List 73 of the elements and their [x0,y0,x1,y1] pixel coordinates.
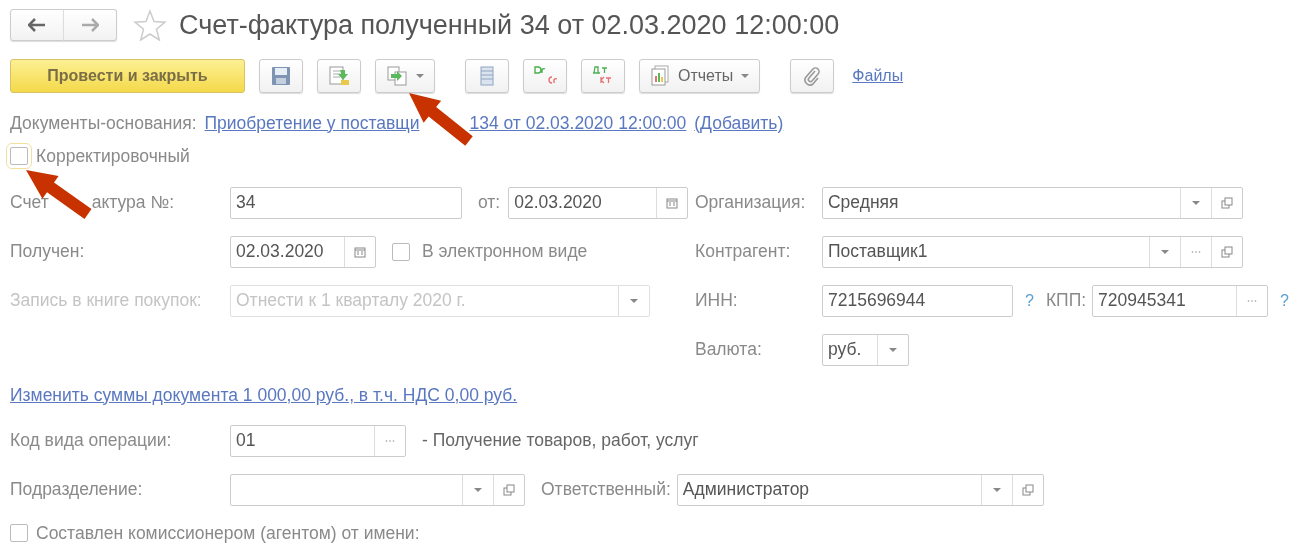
counterparty-label: Контрагент: [694,241,792,262]
caret-icon [888,347,897,352]
document-arrow-icon [328,65,350,87]
operation-description: - Получение товаров, работ, услуг [422,430,699,451]
open-window-icon [503,483,515,496]
calendar-icon [666,196,679,209]
dr-cr-button[interactable] [523,59,567,93]
received-date-field[interactable]: 02.03.2020 [230,235,376,268]
currency-label: Валюта: [694,339,763,360]
operation-code-field[interactable]: 01 [230,424,406,457]
post-and-close-button[interactable]: Провести и закрыть [10,59,245,93]
responsible-label: Ответственный: [541,479,671,500]
date-label: от: [478,192,501,213]
caret-icon [1160,249,1169,254]
currency-dropdown[interactable]: руб. [821,333,909,366]
ellipsis-icon [1247,298,1258,303]
open-window-icon [1220,245,1233,258]
forward-arrow-icon [81,18,99,32]
department-dropdown[interactable] [230,473,525,506]
caret-icon [630,298,638,303]
chart-document-icon [650,65,670,87]
purchase-book-label: Запись в книге покупок: [10,290,203,311]
add-link[interactable]: (Добавить) [694,112,784,134]
caret-icon [1191,200,1200,205]
invoice-date-field[interactable]: 02.03.2020 [508,186,689,219]
operation-code-label: Код вида операции: [10,430,173,451]
star-icon[interactable] [133,9,167,41]
organization-dropdown[interactable]: Средняя [821,186,1243,219]
electronic-label: В электронном виде [422,241,588,262]
open-window-icon [1021,483,1034,496]
back-arrow-icon [28,18,46,32]
commission-checkbox[interactable] [10,524,28,542]
ellipsis-icon [1190,249,1201,254]
caret-icon [416,74,424,78]
kpp-label: КПП: [1045,290,1087,311]
electronic-checkbox[interactable] [392,242,410,261]
open-window-icon [1220,196,1233,209]
received-label: Получен: [10,241,86,262]
post-document-button[interactable] [317,59,361,93]
back-button[interactable] [10,9,64,41]
caret-icon [741,74,750,78]
commission-label: Составлен комиссионером (агентом) от имени: [36,522,420,544]
invoice-number-label: Счет [10,192,49,213]
reports-button[interactable]: Отчеты [639,59,761,93]
corrective-label: Корректировочный [36,145,190,167]
attach-button[interactable] [790,59,835,93]
create-based-on-button[interactable] [375,59,435,93]
caret-icon [992,487,1001,492]
basis-label: Документы-основания: [10,112,197,134]
counterparty-dropdown[interactable]: Поставщик1 [821,235,1243,268]
responsible-dropdown[interactable]: Администратор [676,473,1044,506]
invoice-number-label: актура №: [91,192,175,213]
organization-label: Организация: [694,192,807,213]
inn-label: ИНН: [694,290,739,311]
save-button[interactable] [259,59,303,93]
change-sums-link[interactable]: Изменить суммы документа 1 000,00 руб., в т.ч. НДС 0,00 руб. [10,384,518,406]
files-link[interactable]: Файлы [852,67,904,85]
kpp-field[interactable]: 720945341 [1092,284,1269,317]
invoice-number-field[interactable]: 34 [230,186,462,219]
documents-arrow-icon [386,65,410,87]
dt-kt-button[interactable] [581,59,625,93]
inn-field[interactable]: 7215696944 [821,284,1013,317]
basis-document-link[interactable]: 134 от 02.03.2020 12:00:00 [469,112,687,134]
ellipsis-icon [385,438,395,443]
caret-icon [474,487,482,492]
debit-credit-icon [533,65,557,87]
department-label: Подразделение: [10,479,144,500]
window-title: Счет-фактура полученный 34 от 02.03.2020 12:00:00 [179,9,840,41]
basis-document-link[interactable]: Приобретение у поставщи [204,112,420,134]
calendar-icon [354,245,366,258]
list-icon [480,66,494,86]
list-button[interactable] [465,59,509,93]
paperclip-icon [803,66,822,86]
